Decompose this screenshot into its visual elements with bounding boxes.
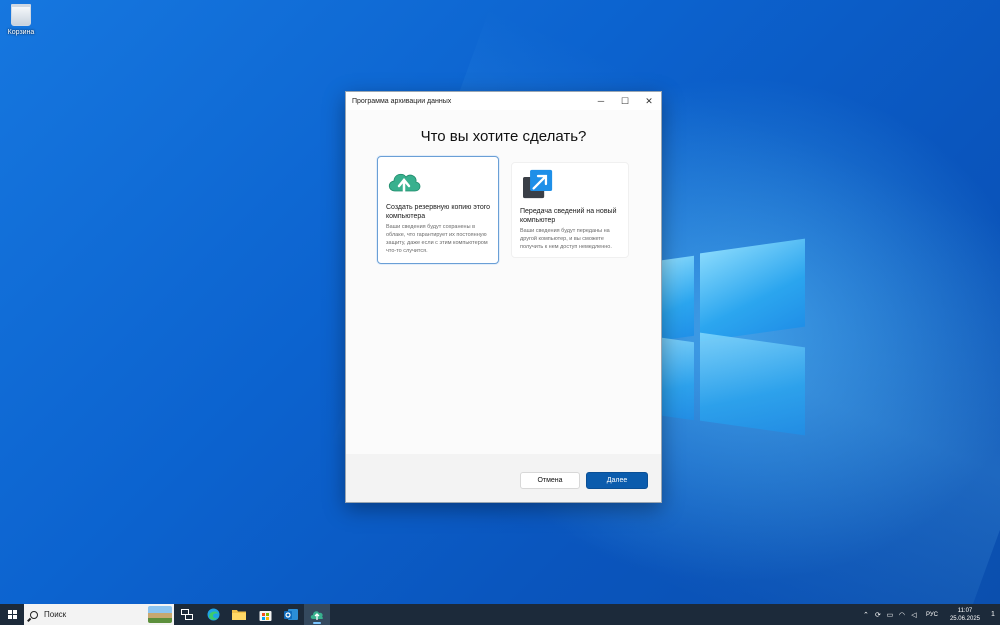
option-backup-title: Создать резервную копию этого компьютера	[386, 204, 491, 220]
file-explorer-icon	[232, 610, 246, 620]
taskbar: Поиск ⌃ ⟳ ▭ ◠ ◁ РУС 11:07 25.06.2025 1	[0, 604, 1000, 625]
backup-app-button[interactable]	[304, 604, 330, 625]
active-app-indicator	[313, 622, 321, 624]
window-footer: Отмена Далее	[346, 454, 661, 502]
chevron-up-icon[interactable]: ⌃	[860, 611, 872, 619]
system-tray: ⌃ ⟳ ▭ ◠ ◁ РУС 11:07 25.06.2025 1	[860, 604, 1000, 625]
next-button[interactable]: Далее	[586, 472, 648, 489]
store-button[interactable]	[252, 604, 278, 625]
window-content: Что вы хотите сделать? Создать резервную…	[346, 110, 661, 454]
store-icon	[259, 611, 271, 621]
clock-date: 25.06.2025	[949, 615, 980, 622]
battery-icon[interactable]: ▭	[884, 611, 896, 619]
volume-icon[interactable]: ◁	[908, 611, 920, 619]
search-placeholder: Поиск	[44, 610, 67, 619]
option-transfer-card[interactable]: Передача сведений на новый компьютер Ваш…	[511, 162, 629, 258]
edge-button[interactable]	[200, 604, 226, 625]
clock[interactable]: 11:07 25.06.2025	[950, 607, 980, 623]
language-indicator[interactable]: РУС	[926, 612, 938, 618]
recycle-bin-icon	[11, 4, 31, 26]
maximize-button[interactable]: ☐	[613, 92, 637, 110]
notification-count: 1	[991, 611, 995, 618]
option-backup-card[interactable]: Создать резервную копию этого компьютера…	[377, 156, 499, 264]
notification-center-button[interactable]: 1	[986, 611, 1000, 618]
outlook-icon	[284, 609, 298, 620]
windows-logo-wallpaper	[662, 238, 807, 436]
option-transfer-title: Передача сведений на новый компьютер	[520, 208, 617, 224]
option-backup-description: Ваши сведения будут сохранены в облаке, …	[386, 224, 488, 254]
backup-window: Программа архивации данных ─ ☐ ✕ Что вы …	[345, 91, 662, 503]
search-icon	[30, 610, 38, 619]
file-explorer-button[interactable]	[226, 604, 252, 625]
taskbar-search[interactable]: Поиск	[24, 604, 174, 625]
backup-app-icon	[310, 610, 324, 620]
start-button[interactable]	[0, 604, 24, 625]
sync-icon[interactable]: ⟳	[872, 611, 884, 619]
windows-start-icon	[7, 610, 17, 619]
page-title: Что вы хотите сделать?	[420, 128, 587, 145]
transfer-arrow-icon	[523, 169, 553, 199]
wifi-icon[interactable]: ◠	[896, 611, 908, 619]
task-view-icon	[181, 609, 193, 620]
recycle-bin-label: Корзина	[7, 29, 35, 36]
search-highlight-image	[148, 606, 172, 623]
outlook-button[interactable]	[278, 604, 304, 625]
minimize-button[interactable]: ─	[589, 92, 613, 110]
window-title: Программа архивации данных	[352, 97, 452, 105]
cloud-upload-icon	[388, 173, 421, 197]
recycle-bin[interactable]: Корзина	[6, 4, 36, 36]
clock-time: 11:07	[957, 607, 973, 614]
cancel-button[interactable]: Отмена	[520, 472, 580, 489]
task-view-button[interactable]	[174, 604, 200, 625]
close-button[interactable]: ✕	[637, 92, 661, 110]
title-bar[interactable]: Программа архивации данных ─ ☐ ✕	[346, 92, 661, 110]
option-transfer-description: Ваши сведения будут переданы на другой к…	[520, 228, 612, 250]
edge-icon	[207, 608, 219, 621]
